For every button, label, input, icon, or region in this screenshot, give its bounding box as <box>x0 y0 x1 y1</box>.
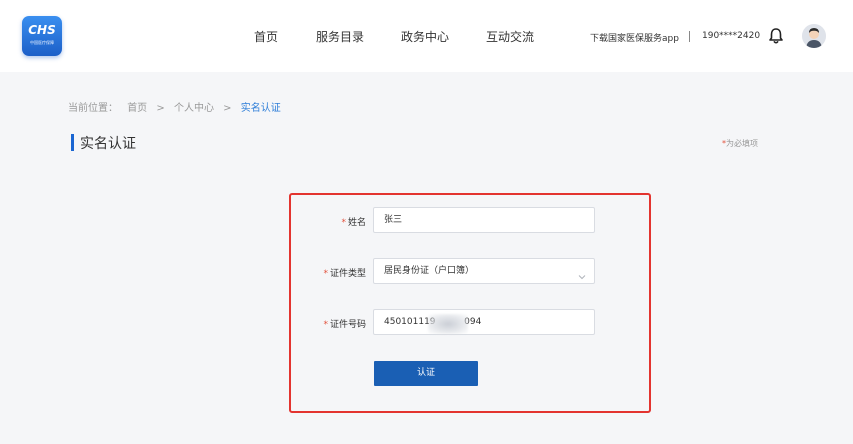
chevron-down-icon <box>578 267 586 280</box>
breadcrumb-personal-center[interactable]: 个人中心 <box>174 103 214 114</box>
header-divider <box>689 31 690 42</box>
required-star: * <box>323 269 328 279</box>
user-avatar[interactable] <box>802 24 826 48</box>
nav-interaction[interactable]: 互动交流 <box>486 28 534 45</box>
required-note: *为必填项 <box>722 138 758 149</box>
download-app-link[interactable]: 下载国家医保服务app <box>590 31 679 44</box>
breadcrumb-separator: > <box>223 103 232 114</box>
title-accent-bar <box>71 134 74 151</box>
page-title: 实名认证 <box>80 136 136 152</box>
breadcrumb-home[interactable]: 首页 <box>127 103 147 114</box>
id-number-input[interactable]: 450101119 094 <box>373 309 595 335</box>
id-number-label-text: 证件号码 <box>329 320 366 330</box>
required-star: * <box>341 218 346 228</box>
id-type-select[interactable]: 居民身份证（户口簿） <box>373 258 595 284</box>
required-star: * <box>323 320 328 330</box>
bell-icon[interactable] <box>768 27 784 45</box>
name-label-text: 姓名 <box>347 218 366 228</box>
id-type-label-text: 证件类型 <box>329 269 366 279</box>
nav-home[interactable]: 首页 <box>254 28 278 45</box>
id-type-selected-value: 居民身份证（户口簿） <box>384 266 475 276</box>
top-header: CHS 中国医疗保障 首页 服务目录 政务中心 互动交流 下载国家医保服务app… <box>0 0 853 72</box>
user-phone[interactable]: 190****2420 <box>702 31 760 41</box>
name-input[interactable]: 张三 <box>373 207 595 233</box>
chs-logo[interactable]: CHS 中国医疗保障 <box>22 16 62 56</box>
logo-subtext: 中国医疗保障 <box>30 40 54 45</box>
verify-button[interactable]: 认证 <box>374 361 478 386</box>
nav-service-catalog[interactable]: 服务目录 <box>316 28 364 45</box>
name-label: * 姓名 <box>300 215 366 228</box>
nav-government-center[interactable]: 政务中心 <box>401 28 449 45</box>
breadcrumb-current: 实名认证 <box>240 103 281 114</box>
id-type-label: * 证件类型 <box>300 266 366 279</box>
breadcrumb-prefix: 当前位置： <box>68 103 118 114</box>
id-number-label: * 证件号码 <box>300 317 366 330</box>
breadcrumb: 当前位置： 首页 > 个人中心 > 实名认证 <box>68 99 287 114</box>
logo-text: CHS <box>28 23 56 37</box>
required-note-text: 为必填项 <box>726 139 758 148</box>
breadcrumb-separator: > <box>156 103 165 114</box>
